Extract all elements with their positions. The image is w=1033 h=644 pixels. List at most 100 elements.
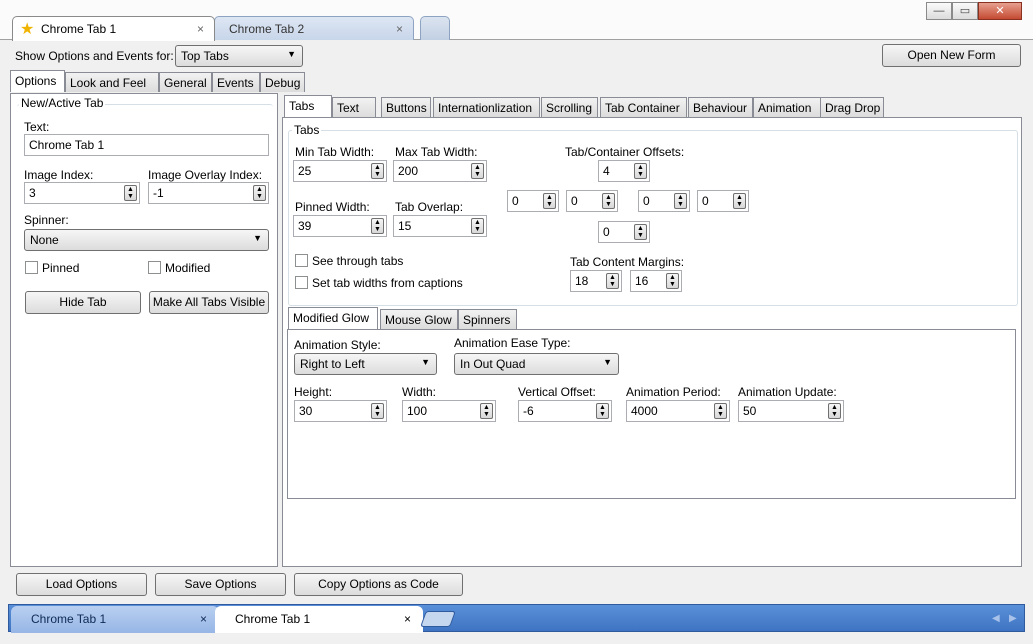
offset-inner-right-value: 0 (643, 194, 650, 208)
tab-options[interactable]: Options (10, 70, 65, 92)
animation-style-select[interactable]: Right to Left ▼ (294, 353, 437, 375)
checkbox-box[interactable] (295, 276, 308, 289)
minimize-button[interactable]: — (926, 2, 952, 20)
close-icon[interactable]: × (197, 22, 204, 36)
updown-icon[interactable]: ▲ ▼ (471, 163, 484, 179)
bottom-tab-1[interactable]: Chrome Tab 1 × (11, 606, 219, 633)
tab-internationlization[interactable]: Internationlization (433, 97, 540, 117)
text-field[interactable]: Chrome Tab 1 (24, 134, 269, 156)
chrome-tab-label: Chrome Tab 2 (229, 22, 305, 36)
chrome-tab-2[interactable]: Chrome Tab 2 × (214, 16, 414, 40)
height-stepper[interactable]: 30 ▲ ▼ (294, 400, 387, 422)
margin-left-stepper[interactable]: 18 ▲ ▼ (570, 270, 622, 292)
updown-icon[interactable]: ▲ ▼ (606, 273, 619, 289)
updown-icon[interactable]: ▲ ▼ (480, 403, 493, 419)
offset-inner-right-stepper[interactable]: 0 ▲ ▼ (638, 190, 690, 212)
tab-overlap-stepper[interactable]: 15 ▲ ▼ (393, 215, 487, 237)
updown-icon[interactable]: ▲ ▼ (634, 224, 647, 240)
margin-right-stepper[interactable]: 16 ▲ ▼ (630, 270, 682, 292)
make-all-tabs-visible-button[interactable]: Make All Tabs Visible (149, 291, 269, 314)
tab-tab-container[interactable]: Tab Container (600, 97, 687, 117)
scroll-right-icon[interactable]: ▶ (1009, 613, 1017, 624)
offset-right-stepper[interactable]: 0 ▲ ▼ (697, 190, 749, 212)
updown-icon[interactable]: ▲ ▼ (471, 218, 484, 234)
tab-tabs[interactable]: Tabs (284, 95, 332, 117)
image-overlay-stepper[interactable]: -1 ▲ ▼ (148, 182, 269, 204)
ease-type-select[interactable]: In Out Quad ▼ (454, 353, 619, 375)
tab-text[interactable]: Text (332, 97, 376, 117)
spinner-select[interactable]: None ▼ (24, 229, 269, 251)
see-through-tabs-checkbox[interactable]: See through tabs (295, 254, 403, 268)
open-new-form-button[interactable]: Open New Form (882, 44, 1021, 67)
new-tab-button[interactable] (420, 16, 450, 40)
animation-period-stepper[interactable]: 4000 ▲ ▼ (626, 400, 730, 422)
updown-icon[interactable]: ▲ ▼ (733, 193, 746, 209)
tab-modified-glow[interactable]: Modified Glow (288, 307, 378, 329)
checkbox-box[interactable] (295, 254, 308, 267)
updown-icon[interactable]: ▲ ▼ (371, 218, 384, 234)
tab-scrolling[interactable]: Scrolling (541, 97, 598, 117)
modified-glow-panel: Animation Style: Right to Left ▼ Animati… (287, 329, 1016, 499)
tab-drag-drop[interactable]: Drag Drop (820, 97, 884, 117)
load-options-button[interactable]: Load Options (16, 573, 147, 596)
updown-icon[interactable]: ▲ ▼ (714, 403, 727, 419)
scroll-left-icon[interactable]: ◀ (992, 613, 1000, 624)
bottom-tab-strip: Chrome Tab 1 × Chrome Tab 1 × ◀ ▶ (8, 604, 1025, 633)
vertical-offset-label: Vertical Offset: (518, 385, 596, 399)
maximize-button[interactable]: ▭ (952, 2, 978, 20)
close-button[interactable]: ✕ (978, 2, 1022, 20)
bottom-new-tab-button[interactable] (420, 611, 456, 627)
offset-inner-left-stepper[interactable]: 0 ▲ ▼ (566, 190, 618, 212)
updown-icon[interactable]: ▲ ▼ (602, 193, 615, 209)
tab-events[interactable]: Events (212, 72, 260, 92)
updown-icon[interactable]: ▲ ▼ (666, 273, 679, 289)
bottom-tab-2[interactable]: Chrome Tab 1 × (215, 606, 423, 633)
copy-options-button[interactable]: Copy Options as Code (294, 573, 463, 596)
pinned-checkbox[interactable]: Pinned (25, 261, 79, 275)
width-value: 100 (407, 404, 428, 418)
offset-top-value: 4 (603, 164, 610, 178)
tab-debug[interactable]: Debug (260, 72, 305, 92)
modified-checkbox[interactable]: Modified (148, 261, 210, 275)
tab-container-offsets-label: Tab/Container Offsets: (565, 145, 685, 159)
tab-overlap-label: Tab Overlap: (395, 200, 464, 214)
max-tab-width-stepper[interactable]: 200 ▲ ▼ (393, 160, 487, 182)
chrome-tab-1[interactable]: ★ Chrome Tab 1 × (12, 16, 215, 41)
close-icon[interactable]: × (396, 22, 403, 36)
offset-top-stepper[interactable]: 4 ▲ ▼ (598, 160, 650, 182)
image-index-stepper[interactable]: 3 ▲ ▼ (24, 182, 140, 204)
show-options-select[interactable]: Top Tabs ▼ (175, 45, 303, 67)
updown-icon[interactable]: ▲ ▼ (543, 193, 556, 209)
updown-icon[interactable]: ▲ ▼ (596, 403, 609, 419)
updown-icon[interactable]: ▲ ▼ (124, 185, 137, 201)
tab-animation[interactable]: Animation (753, 97, 821, 117)
updown-icon[interactable]: ▲ ▼ (371, 163, 384, 179)
offset-bottom-stepper[interactable]: 0 ▲ ▼ (598, 221, 650, 243)
min-tab-width-stepper[interactable]: 25 ▲ ▼ (293, 160, 387, 182)
vertical-offset-stepper[interactable]: -6 ▲ ▼ (518, 400, 612, 422)
offset-right-value: 0 (702, 194, 709, 208)
updown-icon[interactable]: ▲ ▼ (674, 193, 687, 209)
animation-update-stepper[interactable]: 50 ▲ ▼ (738, 400, 844, 422)
set-widths-checkbox[interactable]: Set tab widths from captions (295, 276, 463, 290)
checkbox-box[interactable] (25, 261, 38, 274)
tab-behaviour[interactable]: Behaviour (688, 97, 753, 117)
updown-icon[interactable]: ▲ ▼ (371, 403, 384, 419)
animation-update-label: Animation Update: (738, 385, 837, 399)
tab-buttons[interactable]: Buttons (381, 97, 431, 117)
checkbox-box[interactable] (148, 261, 161, 274)
tab-spinners[interactable]: Spinners (458, 309, 517, 329)
tab-look-and-feel[interactable]: Look and Feel (65, 72, 159, 92)
width-stepper[interactable]: 100 ▲ ▼ (402, 400, 496, 422)
close-icon[interactable]: × (200, 612, 207, 626)
hide-tab-button[interactable]: Hide Tab (25, 291, 141, 314)
pinned-width-stepper[interactable]: 39 ▲ ▼ (293, 215, 387, 237)
save-options-button[interactable]: Save Options (155, 573, 286, 596)
updown-icon[interactable]: ▲ ▼ (828, 403, 841, 419)
updown-icon[interactable]: ▲ ▼ (634, 163, 647, 179)
updown-icon[interactable]: ▲ ▼ (253, 185, 266, 201)
tab-general[interactable]: General (159, 72, 212, 92)
offset-left-stepper[interactable]: 0 ▲ ▼ (507, 190, 559, 212)
close-icon[interactable]: × (404, 612, 411, 626)
tab-mouse-glow[interactable]: Mouse Glow (380, 309, 458, 329)
